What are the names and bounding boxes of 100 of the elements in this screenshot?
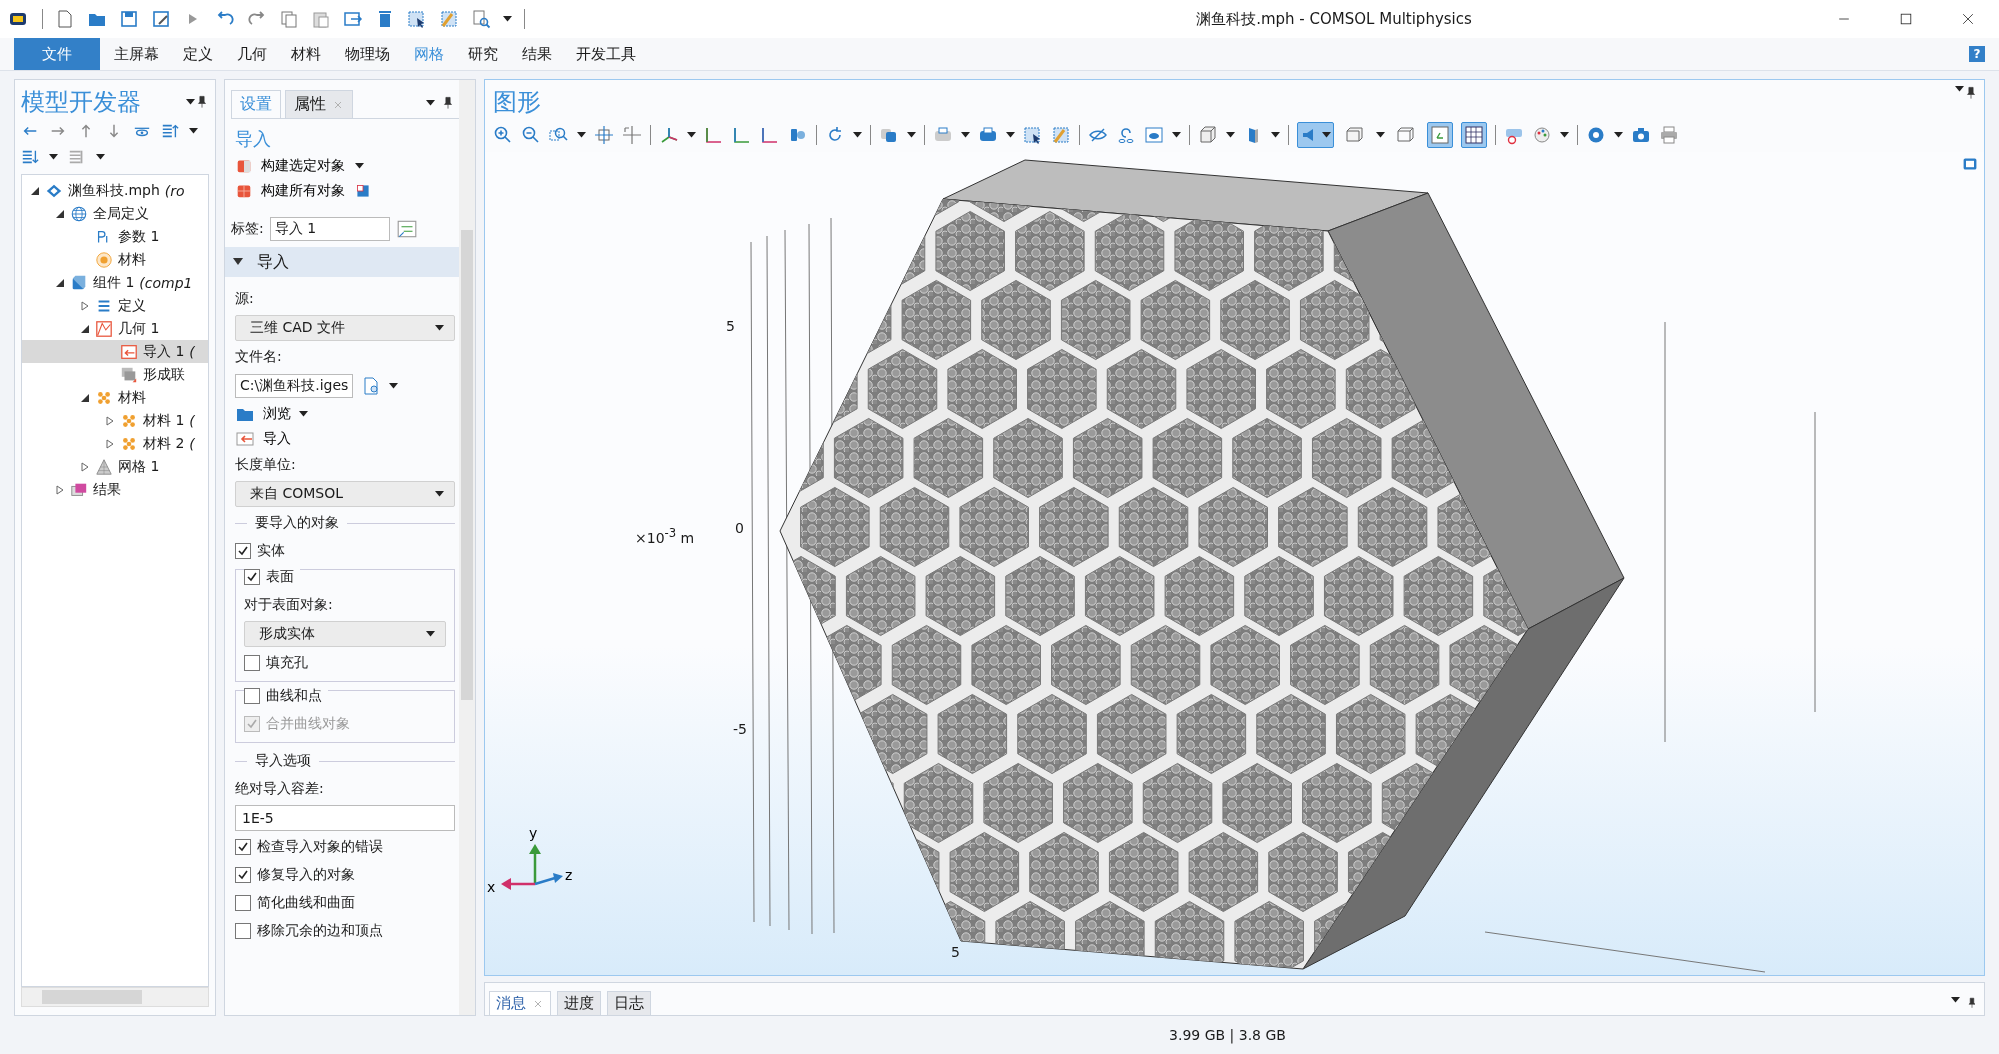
print-icon[interactable]: [1659, 125, 1679, 145]
pin-icon[interactable]: [195, 95, 209, 109]
zoom-in-icon[interactable]: [493, 125, 513, 145]
box-icon[interactable]: [1345, 125, 1365, 145]
checkbox[interactable]: [235, 839, 251, 855]
build-all-button[interactable]: 构建所有对象: [257, 178, 351, 203]
caret-icon[interactable]: [426, 100, 435, 106]
cube-icon[interactable]: [1198, 125, 1218, 145]
duplicate-icon[interactable]: [343, 9, 363, 29]
caret-icon[interactable]: [426, 631, 435, 637]
collapse-icon[interactable]: [233, 258, 243, 266]
caret-icon[interactable]: [687, 132, 696, 138]
copy-icon[interactable]: [279, 9, 299, 29]
checkbox[interactable]: [244, 688, 260, 704]
caret-icon[interactable]: [435, 325, 444, 331]
caret-icon[interactable]: [907, 132, 916, 138]
expand-icon[interactable]: [105, 415, 115, 426]
zoom-extents-icon[interactable]: [594, 125, 614, 145]
dropdown[interactable]: 三维 CAD 文件: [235, 315, 455, 341]
tolerance-field[interactable]: 1E-5: [235, 805, 455, 831]
tree-item[interactable]: 导入 1 (: [22, 340, 208, 363]
file-name-field[interactable]: C:\渊鱼科技.iges: [235, 374, 354, 398]
caret-icon[interactable]: [96, 154, 105, 160]
ribbon-tab[interactable]: 结果: [512, 38, 562, 70]
ribbon-tab[interactable]: 物理场: [335, 38, 400, 70]
caret-icon[interactable]: [186, 99, 195, 105]
caret-icon[interactable]: [1271, 132, 1280, 138]
tree-item[interactable]: 全局定义: [22, 202, 208, 225]
checkbox[interactable]: [235, 895, 251, 911]
caret-icon[interactable]: [1172, 132, 1181, 138]
help-button[interactable]: ?: [1969, 46, 1985, 62]
maximize-icon[interactable]: [1898, 11, 1914, 27]
axes-icon[interactable]: [659, 125, 679, 145]
label-edit-icon[interactable]: [395, 218, 418, 240]
caret-icon[interactable]: [1226, 132, 1235, 138]
caret-icon[interactable]: [355, 162, 364, 169]
tree-item[interactable]: 材料 1 (: [22, 409, 208, 432]
panel-tab[interactable]: 日志: [607, 991, 651, 1015]
collapse-icon[interactable]: [80, 392, 90, 403]
collapse-icon[interactable]: [55, 277, 65, 288]
caret-icon[interactable]: [1376, 132, 1385, 138]
caret-icon[interactable]: [1951, 997, 1960, 1003]
file-menu-button[interactable]: 文件: [14, 38, 100, 70]
tree-item[interactable]: 结果: [22, 478, 208, 501]
caret-icon[interactable]: [1955, 86, 1964, 92]
expand-icon[interactable]: [80, 300, 90, 311]
xy-plane-icon[interactable]: [704, 125, 724, 145]
caret-icon[interactable]: [1614, 132, 1623, 138]
pin-icon[interactable]: [1964, 86, 1978, 100]
caret-icon[interactable]: [961, 132, 970, 138]
collapse-icon[interactable]: [55, 208, 65, 219]
view-icon[interactable]: [1144, 125, 1164, 145]
panel-tab[interactable]: 消息: [489, 991, 551, 1015]
caret-icon[interactable]: [1322, 132, 1331, 138]
expand-icon[interactable]: [55, 484, 65, 495]
camera-icon[interactable]: [1631, 125, 1651, 145]
tree-item[interactable]: 参数 1: [22, 225, 208, 248]
view-icon[interactable]: [1962, 156, 1978, 172]
collapse-icon[interactable]: [30, 185, 40, 196]
caret-icon[interactable]: [577, 132, 586, 138]
checkbox[interactable]: [244, 569, 260, 585]
reset-hiding-icon[interactable]: [1116, 125, 1136, 145]
tree-item[interactable]: 形成联: [22, 363, 208, 386]
expand-icon[interactable]: [105, 438, 115, 449]
caret-icon[interactable]: [1560, 132, 1569, 138]
caret-icon[interactable]: [299, 410, 308, 417]
tree-item[interactable]: 网格 1: [22, 455, 208, 478]
clear-selection-icon[interactable]: [439, 9, 459, 29]
sort-up-icon[interactable]: [161, 122, 179, 140]
ribbon-tab[interactable]: 几何: [227, 38, 277, 70]
panel-tab[interactable]: 进度: [557, 991, 601, 1015]
scrollbar-thumb[interactable]: [461, 230, 473, 700]
dropdown[interactable]: 来自 COMSOL: [235, 481, 455, 507]
pin-icon[interactable]: [1966, 997, 1978, 1009]
xz-plane-icon[interactable]: [760, 125, 780, 145]
build-selected-button[interactable]: 构建选定对象: [257, 153, 351, 178]
checkbox[interactable]: [235, 923, 251, 939]
checkbox[interactable]: [235, 543, 251, 559]
select-icon[interactable]: [407, 9, 427, 29]
caret-icon[interactable]: [503, 16, 512, 22]
label-field[interactable]: 导入 1: [269, 217, 390, 241]
ribbon-tab[interactable]: 材料: [281, 38, 331, 70]
tree-item[interactable]: 渊鱼科技.mph (ro: [22, 179, 208, 202]
new-file-icon[interactable]: [55, 9, 75, 29]
dropdown[interactable]: 形成实体: [244, 621, 446, 647]
tree-item[interactable]: 材料 2 (: [22, 432, 208, 455]
find-icon[interactable]: [471, 9, 491, 29]
caret-icon[interactable]: [435, 491, 444, 497]
sort-down-icon[interactable]: [21, 148, 39, 166]
ribbon-tab[interactable]: 定义: [173, 38, 223, 70]
pin-icon[interactable]: [441, 96, 455, 110]
yz-plane-icon[interactable]: [732, 125, 752, 145]
aperture-icon[interactable]: [1586, 125, 1606, 145]
clear-selection-icon[interactable]: [1051, 125, 1071, 145]
ribbon-tab[interactable]: 研究: [458, 38, 508, 70]
wireframe-icon[interactable]: [1396, 125, 1416, 145]
checkbox[interactable]: [235, 867, 251, 883]
checkbox[interactable]: [244, 655, 260, 671]
import-button[interactable]: 导入: [259, 426, 295, 451]
ribbon-tab[interactable]: 主屏幕: [104, 38, 169, 70]
